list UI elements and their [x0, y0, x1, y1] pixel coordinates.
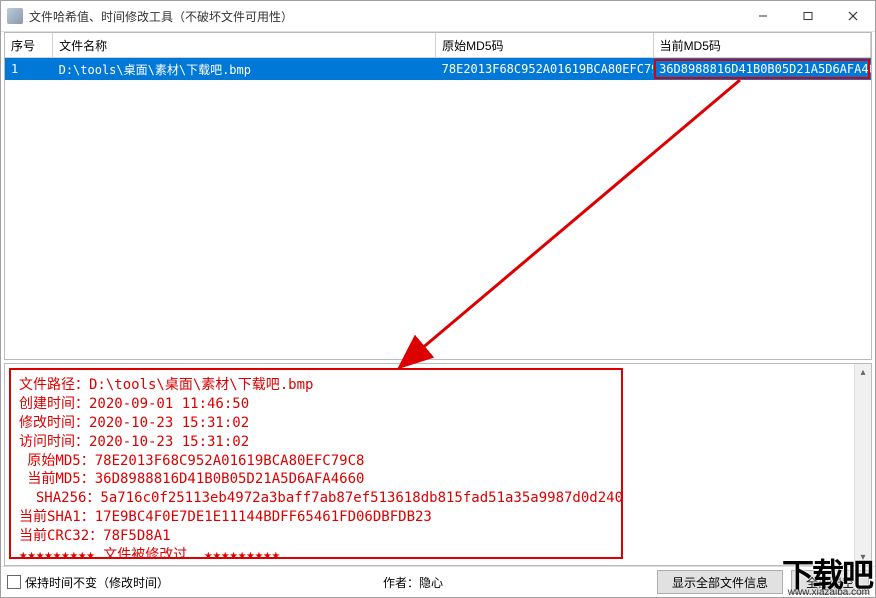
keep-time-checkbox[interactable]: 保持时间不变（修改时间） — [7, 574, 169, 591]
maximize-button[interactable] — [785, 1, 830, 31]
detail-sha256: SHA256：5a716c0f25113eb4972a3baff7ab87ef5… — [19, 489, 613, 508]
col-header-orig-md5[interactable]: 原始MD5码 — [436, 33, 653, 58]
file-table[interactable]: 序号 文件名称 原始MD5码 当前MD5码 1 D:\tools\桌面\素材\下… — [5, 33, 871, 80]
minimize-button[interactable] — [740, 1, 785, 31]
close-button[interactable] — [830, 1, 875, 31]
col-header-cur-md5[interactable]: 当前MD5码 — [653, 33, 870, 58]
file-table-panel: 序号 文件名称 原始MD5码 当前MD5码 1 D:\tools\桌面\素材\下… — [4, 32, 872, 360]
app-icon — [7, 8, 23, 24]
detail-path: 文件路径：D:\tools\桌面\素材\下载吧.bmp — [19, 376, 613, 395]
clear-all-button[interactable]: 全部清空 — [791, 570, 869, 594]
app-window: 文件哈希值、时间修改工具（不破坏文件可用性） 序号 文件名称 原始MD5码 — [0, 0, 876, 598]
cell-seq: 1 — [5, 58, 53, 81]
scroll-down-icon[interactable]: ▾ — [855, 549, 871, 565]
detail-ctime: 创建时间：2020-09-01 11:46:50 — [19, 395, 613, 414]
col-header-name[interactable]: 文件名称 — [53, 33, 436, 58]
detail-mtime: 修改时间：2020-10-23 15:31:02 — [19, 414, 613, 433]
detail-cur-md5: 当前MD5：36D8988816D41B0B05D21A5D6AFA4660 — [19, 470, 613, 489]
detail-scrollbar[interactable]: ▴ ▾ — [854, 364, 871, 565]
keep-time-label: 保持时间不变（修改时间） — [25, 574, 169, 591]
show-all-info-button[interactable]: 显示全部文件信息 — [657, 570, 783, 594]
detail-atime: 访问时间：2020-10-23 15:31:02 — [19, 433, 613, 452]
cell-orig-md5: 78E2013F68C952A01619BCA80EFC79C8 — [436, 58, 653, 81]
detail-panel: 文件路径：D:\tools\桌面\素材\下载吧.bmp 创建时间：2020-09… — [4, 363, 872, 566]
bottom-bar: 保持时间不变（修改时间） 作者：隐心 显示全部文件信息 全部清空 — [1, 566, 875, 597]
detail-cur-sha1: 当前SHA1：17E9BC4F0E7DE1E11144BDFF65461FD06… — [19, 508, 613, 527]
scroll-up-icon[interactable]: ▴ — [855, 364, 871, 380]
scroll-track[interactable] — [855, 380, 871, 549]
detail-orig-md5: 原始MD5：78E2013F68C952A01619BCA80EFC79C8 — [19, 452, 613, 471]
detail-cur-crc32: 当前CRC32：78F5D8A1 — [19, 527, 613, 546]
table-header-row: 序号 文件名称 原始MD5码 当前MD5码 — [5, 33, 871, 58]
window-title: 文件哈希值、时间修改工具（不破坏文件可用性） — [29, 8, 740, 25]
window-controls — [740, 1, 875, 31]
titlebar: 文件哈希值、时间修改工具（不破坏文件可用性） — [1, 1, 875, 32]
cell-filename: D:\tools\桌面\素材\下载吧.bmp — [53, 58, 436, 81]
cell-cur-md5: 36D8988816D41B0B05D21A5D6AFA4660 — [653, 58, 870, 81]
table-row[interactable]: 1 D:\tools\桌面\素材\下载吧.bmp 78E2013F68C952A… — [5, 58, 871, 81]
checkbox-box-icon — [7, 575, 21, 589]
author-label: 作者：隐心 — [177, 574, 649, 591]
col-header-seq[interactable]: 序号 — [5, 33, 53, 58]
detail-content: 文件路径：D:\tools\桌面\素材\下载吧.bmp 创建时间：2020-09… — [9, 368, 623, 559]
detail-modified-warning: ★★★★★★★★★ 文件被修改过 ★★★★★★★★★ — [19, 546, 613, 559]
